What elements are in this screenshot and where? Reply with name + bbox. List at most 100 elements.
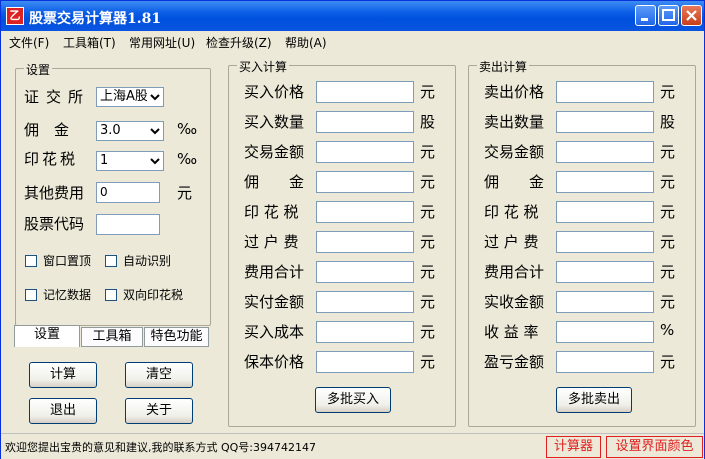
menu-urls[interactable]: 常用网址(U) [129, 34, 195, 51]
stock-code-input[interactable] [96, 214, 160, 235]
buy-input[interactable] [316, 201, 414, 223]
sell-title: 卖出计算 [477, 58, 530, 75]
set-color-button[interactable]: 设置界面颜色 [606, 436, 703, 458]
minimize-button[interactable] [635, 5, 656, 26]
buy-input[interactable] [316, 321, 414, 343]
other-fee-label: 其他费用 [24, 184, 85, 202]
sell-unit: 元 [660, 233, 676, 251]
stamp-unit: ‰ [177, 150, 198, 168]
exit-button[interactable]: 退出 [29, 398, 97, 424]
buy-title: 买入计算 [237, 58, 290, 75]
menu-toolbox[interactable]: 工具箱(T) [63, 34, 116, 51]
buy-unit: 元 [420, 203, 436, 221]
sell-input[interactable] [556, 321, 654, 343]
minimize-icon [641, 18, 648, 21]
menu-file[interactable]: 文件(F) [9, 34, 49, 51]
sell-input[interactable] [556, 81, 654, 103]
checkbox[interactable] [25, 254, 37, 267]
exchange-value: 上海A股 [100, 89, 148, 104]
sell-input[interactable] [556, 261, 654, 283]
sell-input[interactable] [556, 351, 654, 373]
chevron-down-icon[interactable] [147, 89, 162, 105]
commission-label: 佣 金 [24, 121, 70, 139]
sell-input[interactable] [556, 231, 654, 253]
buy-label: 过 户 费 [244, 233, 299, 251]
checkbox[interactable] [25, 288, 37, 301]
chk-window-top[interactable]: 窗口置顶 [25, 252, 91, 269]
sell-unit: 元 [660, 263, 676, 281]
buy-label: 佣 金 [244, 173, 305, 191]
multi-buy-button[interactable]: 多批买入 [315, 387, 391, 413]
sell-input[interactable] [556, 201, 654, 223]
sell-label: 盈亏金额 [484, 353, 545, 371]
multi-sell-button[interactable]: 多批卖出 [556, 387, 632, 413]
exchange-select[interactable]: 上海A股 [96, 87, 164, 107]
buy-unit: 元 [420, 353, 436, 371]
buy-label: 买入数量 [244, 113, 305, 131]
title-bar[interactable]: 乙 股票交易计算器1.81 [1, 1, 704, 31]
calculate-button[interactable]: 计算 [29, 362, 97, 388]
stock-code-label: 股票代码 [24, 215, 85, 233]
buy-input[interactable] [316, 111, 414, 133]
chevron-down-icon[interactable] [147, 123, 162, 139]
sell-unit: 股 [660, 113, 676, 131]
commission-unit: ‰ [177, 120, 198, 138]
checkbox[interactable] [105, 254, 117, 267]
close-icon [686, 10, 697, 21]
tab-toolbox[interactable]: 工具箱 [81, 327, 143, 347]
commission-select[interactable]: 3.0 [96, 121, 164, 141]
checkbox[interactable] [105, 288, 117, 301]
sell-input[interactable] [556, 171, 654, 193]
menu-update[interactable]: 检查升级(Z) [206, 34, 272, 51]
chevron-down-icon[interactable] [147, 153, 162, 169]
sell-input[interactable] [556, 141, 654, 163]
tab-settings[interactable]: 设置 [14, 325, 80, 347]
other-fee-unit: 元 [177, 184, 193, 202]
buy-label: 保本价格 [244, 353, 305, 371]
maximize-icon [662, 9, 675, 21]
about-button[interactable]: 关于 [125, 398, 193, 424]
maximize-button[interactable] [658, 5, 679, 26]
main-window: 乙 股票交易计算器1.81 文件(F) 工具箱(T) 常用网址(U) 检查升级(… [0, 0, 705, 459]
buy-input[interactable] [316, 261, 414, 283]
buy-unit: 元 [420, 323, 436, 341]
sell-input[interactable] [556, 111, 654, 133]
tab-features[interactable]: 特色功能 [144, 327, 209, 347]
buy-input[interactable] [316, 171, 414, 193]
buy-input[interactable] [316, 291, 414, 313]
status-bar: 欢迎您提出宝贵的意见和建议,我的联系方式 QQ号:394742147 计算器 设… [1, 433, 704, 459]
app-icon: 乙 [6, 7, 24, 25]
sell-label: 过 户 费 [484, 233, 539, 251]
sell-unit: 元 [660, 353, 676, 371]
chk-memory[interactable]: 记忆数据 [25, 286, 91, 303]
chk-double-stamp[interactable]: 双向印花税 [105, 286, 183, 303]
sell-label: 卖出数量 [484, 113, 545, 131]
chk-auto-detect-label: 自动识别 [123, 254, 172, 268]
sell-input[interactable] [556, 291, 654, 313]
menu-bar: 文件(F) 工具箱(T) 常用网址(U) 检查升级(Z) 帮助(A) [1, 31, 704, 51]
buy-label: 费用合计 [244, 263, 305, 281]
clear-button[interactable]: 清空 [125, 362, 193, 388]
buy-label: 交易金额 [244, 143, 305, 161]
stamp-select[interactable]: 1 [96, 151, 164, 171]
sell-label: 费用合计 [484, 263, 545, 281]
chk-auto-detect[interactable]: 自动识别 [105, 252, 171, 269]
buy-input[interactable] [316, 231, 414, 253]
buy-input[interactable] [316, 141, 414, 163]
calculator-button[interactable]: 计算器 [546, 436, 601, 458]
buy-input[interactable] [316, 81, 414, 103]
close-button[interactable] [681, 5, 702, 26]
menu-help[interactable]: 帮助(A) [285, 34, 327, 51]
sell-unit: 元 [660, 293, 676, 311]
chk-double-stamp-label: 双向印花税 [123, 288, 184, 302]
sell-label: 实收金额 [484, 293, 545, 311]
stamp-label: 印花税 [24, 150, 79, 168]
buy-input[interactable] [316, 351, 414, 373]
other-fee-input[interactable]: 0 [96, 182, 160, 203]
buy-label: 实付金额 [244, 293, 305, 311]
window-title: 股票交易计算器1.81 [29, 11, 162, 27]
chk-window-top-label: 窗口置顶 [43, 254, 92, 268]
buy-unit: 元 [420, 233, 436, 251]
sell-label: 收 益 率 [484, 323, 539, 341]
settings-title: 设置 [24, 61, 53, 78]
